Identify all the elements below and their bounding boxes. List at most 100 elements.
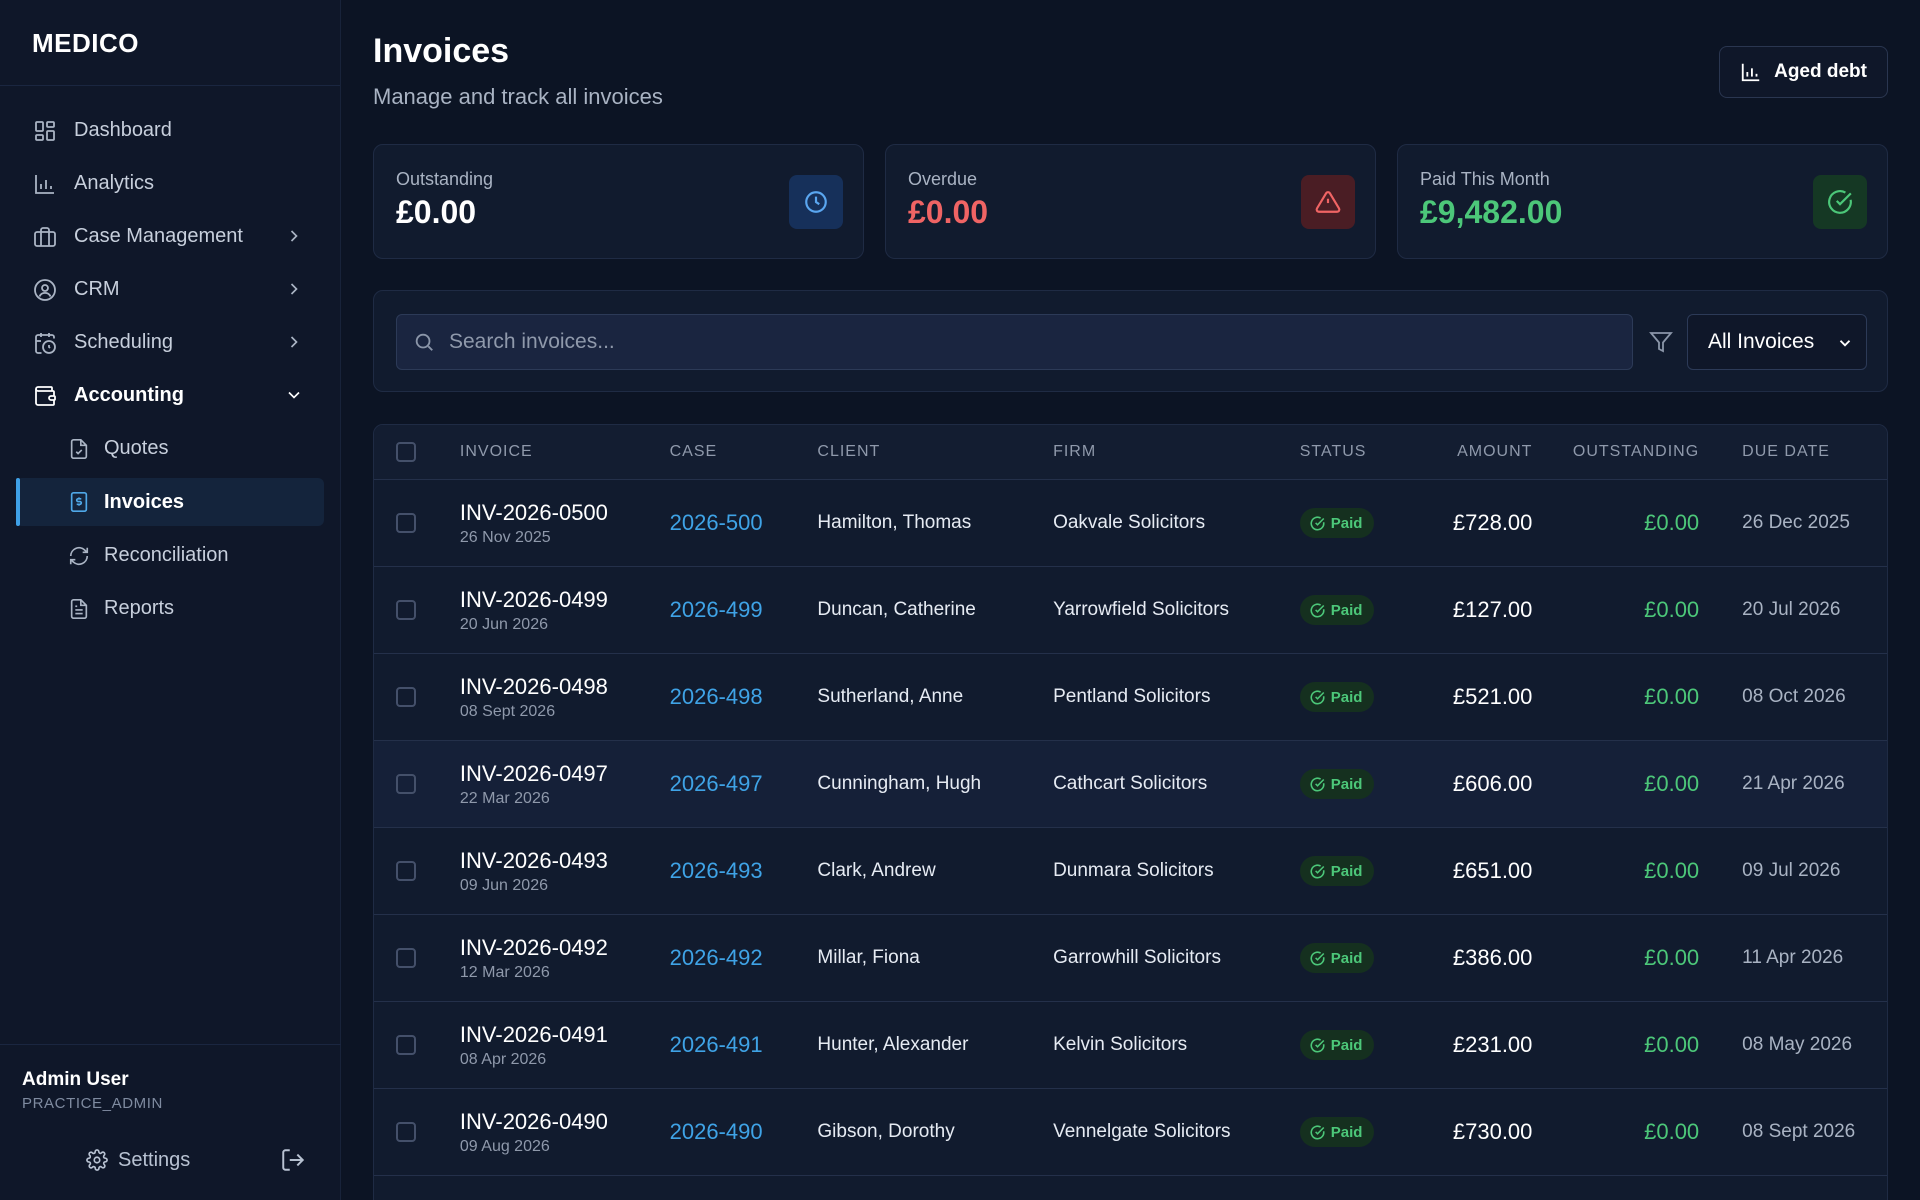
sidebar-item-invoices[interactable]: Invoices	[16, 478, 324, 526]
sidebar-item-crm[interactable]: CRM	[0, 263, 340, 316]
firm-name: Cathcart Solicitors	[1053, 773, 1208, 794]
column-header-invoice[interactable]: INVOICE	[460, 443, 670, 461]
bar-chart-icon	[1741, 63, 1760, 82]
column-header-outstanding[interactable]: OUTSTANDING	[1532, 443, 1699, 461]
amount: £728.00	[1452, 510, 1533, 535]
status-label: Paid	[1330, 862, 1363, 880]
invoice-date: 26 Nov 2025	[459, 528, 551, 546]
column-header-amount[interactable]: AMOUNT	[1410, 443, 1533, 461]
sidebar-item-analytics[interactable]: Analytics	[0, 157, 340, 210]
invoice-date: 12 Mar 2026	[459, 963, 550, 981]
column-header-firm[interactable]: FIRM	[1053, 443, 1300, 461]
table-row[interactable]: INV-2026-0490 09 Aug 2026 2026-490 Gibson…	[374, 1089, 1887, 1176]
stat-label: Paid This Month	[1420, 169, 1550, 189]
column-header-due-date[interactable]: DUE DATE	[1699, 443, 1887, 461]
case-link[interactable]: 2026-491	[670, 1032, 763, 1057]
case-link[interactable]: 2026-497	[670, 771, 763, 796]
stat-value: £0.00	[396, 194, 477, 230]
row-checkbox[interactable]	[396, 600, 416, 620]
sidebar-item-label: CRM	[74, 278, 120, 300]
due-date: 20 Jul 2026	[1742, 599, 1841, 620]
sidebar-item-reports[interactable]: Reports	[0, 582, 340, 635]
due-date: 08 Oct 2026	[1742, 686, 1846, 707]
search-input[interactable]	[449, 330, 1599, 354]
invoice-date: 09 Jun 2026	[459, 876, 548, 894]
case-link[interactable]: 2026-500	[670, 510, 763, 535]
status-label: Paid	[1330, 688, 1363, 706]
invoice-number[interactable]: INV-2026-0491	[460, 1022, 670, 1048]
amount: £521.00	[1452, 684, 1533, 709]
row-checkbox[interactable]	[396, 687, 416, 707]
table-row[interactable]: INV-2026-0493 09 Jun 2026 2026-493 Clark,…	[374, 828, 1887, 915]
table-row[interactable]: INV-2026-0500 26 Nov 2025 2026-500 Hamilt…	[374, 480, 1887, 567]
case-link[interactable]: 2026-499	[670, 597, 763, 622]
case-link[interactable]: 2026-498	[670, 684, 763, 709]
user-circle-icon	[32, 277, 58, 303]
chevron-right-icon	[290, 283, 298, 295]
file-icon	[68, 438, 90, 460]
due-date: 26 Dec 2025	[1742, 512, 1850, 533]
invoice-filter-select[interactable]: All Invoices	[1687, 314, 1867, 370]
outstanding-amount: £0.00	[1644, 684, 1700, 709]
status-badge: Paid	[1299, 1117, 1375, 1147]
user-role: PRACTICE_ADMIN	[22, 1095, 163, 1112]
briefcase-icon	[32, 224, 58, 250]
row-checkbox[interactable]	[396, 948, 416, 968]
invoice-number[interactable]: INV-2026-0497	[460, 761, 670, 787]
row-checkbox[interactable]	[396, 861, 416, 881]
invoice-number[interactable]: INV-2026-0492	[460, 935, 670, 961]
stat-icon-box	[1813, 175, 1867, 229]
status-badge: Paid	[1299, 856, 1375, 886]
column-header-client[interactable]: CLIENT	[817, 443, 1053, 461]
aged-debt-button[interactable]: Aged debt	[1719, 46, 1888, 98]
check-circle-icon	[1310, 863, 1325, 878]
invoice-number[interactable]: INV-2026-0500	[460, 500, 670, 526]
firm-name: Yarrowfield Solicitors	[1053, 599, 1230, 620]
sidebar-item-scheduling[interactable]: Scheduling	[0, 316, 340, 369]
case-link[interactable]: 2026-490	[670, 1119, 763, 1144]
row-checkbox[interactable]	[396, 1035, 416, 1055]
outstanding-amount: £0.00	[1644, 1032, 1700, 1057]
table-row[interactable]: INV-2026-0498 08 Sept 2026 2026-498 Suthe…	[374, 654, 1887, 741]
column-header-case[interactable]: CASE	[670, 443, 818, 461]
row-checkbox[interactable]	[396, 1122, 416, 1142]
table-row[interactable]: INV-2026-0491 08 Apr 2026 2026-491 Hunter…	[374, 1002, 1887, 1089]
case-link[interactable]: 2026-492	[670, 945, 763, 970]
main-content: Invoices Manage and track all invoices A…	[341, 0, 1920, 1200]
column-header-status[interactable]: STATUS	[1300, 443, 1410, 461]
amount: £127.00	[1452, 597, 1533, 622]
clock-icon	[805, 191, 827, 213]
check-circle-icon	[1310, 776, 1325, 791]
sidebar-item-reconciliation[interactable]: Reconciliation	[0, 529, 340, 582]
filter-icon[interactable]	[1649, 330, 1673, 354]
invoice-number[interactable]: INV-2026-0493	[460, 848, 670, 874]
table-row[interactable]: INV-2026-0497 22 Mar 2026 2026-497 Cunnin…	[374, 741, 1887, 828]
case-link[interactable]: 2026-493	[670, 858, 763, 883]
chevron-right-icon	[290, 336, 298, 348]
brand-logo: MEDICO	[0, 0, 340, 86]
sidebar-item-dashboard[interactable]: Dashboard	[0, 104, 340, 157]
settings-button[interactable]: Settings	[86, 1149, 190, 1172]
chevron-down-icon	[288, 391, 300, 399]
select-all-checkbox[interactable]	[396, 442, 416, 462]
client-name: Millar, Fiona	[817, 947, 920, 968]
chevron-right-icon	[290, 230, 298, 242]
status-badge: Paid	[1299, 1030, 1375, 1060]
sidebar-item-quotes[interactable]: Quotes	[0, 422, 340, 475]
table-row[interactable]: INV-2026-0492 12 Mar 2026 2026-492 Millar…	[374, 915, 1887, 1002]
sidebar-item-label: Quotes	[104, 437, 169, 459]
invoice-number[interactable]: INV-2026-0498	[460, 674, 670, 700]
logout-icon[interactable]	[280, 1147, 306, 1173]
invoice-number[interactable]: INV-2026-0490	[460, 1109, 670, 1135]
row-checkbox[interactable]	[396, 774, 416, 794]
due-date: 09 Jul 2026	[1742, 860, 1841, 881]
check-circle-icon	[1310, 602, 1325, 617]
invoice-number[interactable]: INV-2026-0499	[460, 587, 670, 613]
sidebar-item-accounting[interactable]: Accounting	[0, 369, 340, 422]
status-badge: Paid	[1299, 595, 1375, 625]
sidebar-item-case-management[interactable]: Case Management	[0, 210, 340, 263]
outstanding-amount: £0.00	[1644, 945, 1700, 970]
row-checkbox[interactable]	[396, 513, 416, 533]
file-text-icon	[68, 598, 90, 620]
table-row[interactable]: INV-2026-0499 20 Jun 2026 2026-499 Duncan…	[374, 567, 1887, 654]
